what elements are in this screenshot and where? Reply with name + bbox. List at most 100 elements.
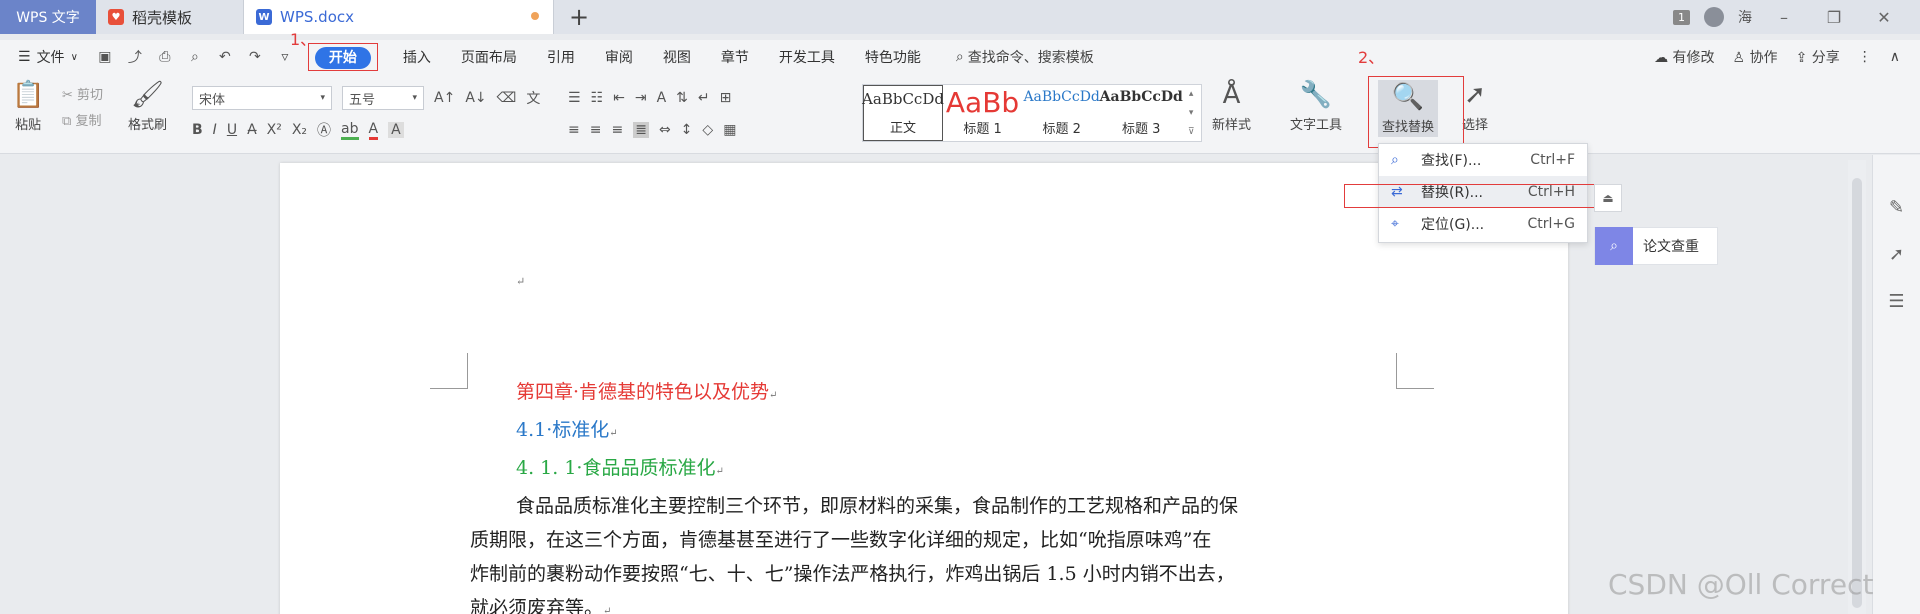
align-right-icon[interactable]: ≡: [611, 122, 623, 138]
font-color-icon[interactable]: A: [368, 121, 379, 140]
numbering-icon[interactable]: ☷: [591, 90, 604, 106]
vertical-scrollbar[interactable]: [1848, 160, 1866, 614]
add-tab-button[interactable]: +: [554, 0, 604, 34]
style-heading-2[interactable]: AaBbCcDd 标题 2: [1022, 85, 1101, 141]
text-tools-button[interactable]: 🔧 文字工具: [1290, 80, 1342, 133]
quick-access: ▣ ⤴ ⎙ ⌕ ↶ ↷ ▿: [96, 47, 294, 67]
clear-format-icon[interactable]: ⌫: [497, 90, 517, 106]
tab-review[interactable]: 审阅: [590, 47, 648, 67]
tab-section[interactable]: 章节: [706, 47, 764, 67]
menu-item-goto[interactable]: ⌖ 定位(G)... Ctrl+G: [1379, 208, 1587, 240]
save-icon[interactable]: ▣: [96, 49, 114, 65]
align-left-icon[interactable]: ≡: [568, 122, 580, 138]
undo-icon[interactable]: ↶: [216, 49, 234, 65]
avatar[interactable]: [1704, 7, 1724, 27]
print-preview-icon[interactable]: ⌕: [186, 49, 204, 65]
print-icon[interactable]: ⎙: [156, 49, 174, 65]
tab-start[interactable]: 开始: [314, 47, 371, 69]
table-icon[interactable]: ⊞: [720, 90, 732, 106]
phonetic-icon[interactable]: 文: [526, 88, 540, 108]
paper-check-button[interactable]: ⌕ 论文查重: [1594, 227, 1718, 265]
changes-button[interactable]: ☁ 有修改: [1654, 47, 1714, 67]
increase-indent-icon[interactable]: ⇥: [635, 90, 647, 106]
font-size-select[interactable]: 五号 ▾: [342, 86, 424, 110]
collab-button[interactable]: ♙ 协作: [1733, 47, 1778, 67]
highlight-icon[interactable]: ab: [341, 121, 359, 140]
underline-icon[interactable]: U: [227, 122, 237, 138]
tab-view[interactable]: 视图: [648, 47, 706, 67]
share-button[interactable]: ⇪ 分享: [1796, 47, 1840, 67]
sort-icon[interactable]: ⇅: [676, 90, 688, 106]
tab-daoke[interactable]: ♥ 稻壳模板: [96, 0, 244, 34]
body-line[interactable]: 质期限，在这三个方面，肯德基甚至进行了一些数字化详细的规定，比如“吮指原味鸡”在: [470, 523, 1406, 557]
tab-references[interactable]: 引用: [532, 47, 590, 67]
export-icon[interactable]: ⤴: [126, 47, 144, 67]
char-shading-icon[interactable]: A: [388, 122, 404, 138]
scrollbar-thumb[interactable]: [1852, 178, 1862, 608]
line-spacing-icon[interactable]: ↕: [681, 122, 693, 138]
redo-icon[interactable]: ↷: [246, 49, 264, 65]
wrench-icon: 🔧: [1299, 80, 1333, 110]
distribute-icon[interactable]: ⇔: [659, 122, 671, 138]
body-line[interactable]: 就必须废弃等。↵: [470, 591, 1406, 614]
document-page[interactable]: ↵ 第四章·肯德基的特色以及优势↵ 4.1·标准化↵ 4. 1. 1·食品品质标…: [280, 163, 1568, 614]
tab-page-layout[interactable]: 页面布局: [446, 47, 532, 67]
grow-font-icon[interactable]: A↑: [434, 90, 455, 106]
collapse-float-button[interactable]: ⏏: [1594, 184, 1622, 212]
body-line[interactable]: 炸制前的裹粉动作要按照“七、十、七”操作法严格执行，炸鸡出锅后 1.5 小时内销…: [470, 557, 1406, 591]
pen-icon[interactable]: ✎: [1889, 197, 1904, 218]
tab-insert[interactable]: 插入: [388, 47, 446, 67]
tab-developer[interactable]: 开发工具: [764, 47, 850, 67]
new-style-button[interactable]: Å 新样式: [1212, 80, 1251, 133]
bold-icon[interactable]: B: [192, 122, 203, 138]
ribbon: 📋 粘贴 ✂ 剪切 ⧉ 复制 🖌 格式刷 宋体 ▾ 五号 ▾ A↑ A↓ ⌫ 文 B…: [0, 74, 1920, 154]
select-button[interactable]: ➚ 选择: [1462, 80, 1488, 133]
justify-icon[interactable]: ≣: [633, 122, 649, 138]
user-name[interactable]: 海: [1738, 7, 1752, 27]
tab-features[interactable]: 特色功能: [850, 47, 936, 67]
italic-icon[interactable]: I: [213, 122, 217, 138]
more-icon[interactable]: ⋮: [1858, 49, 1872, 65]
chinese-layout-icon[interactable]: A: [657, 90, 667, 106]
styles-scroll[interactable]: ▴ ▾ ⊽: [1181, 85, 1201, 141]
collapse-ribbon-icon[interactable]: ∧: [1890, 49, 1900, 65]
decrease-indent-icon[interactable]: ⇤: [613, 90, 625, 106]
font-name-select[interactable]: 宋体 ▾: [192, 86, 332, 110]
heading-section[interactable]: 4.1·标准化↵: [516, 413, 1406, 451]
close-icon[interactable]: ✕: [1866, 8, 1902, 27]
style-heading-1[interactable]: AaBb 标题 1: [943, 85, 1022, 141]
borders-icon[interactable]: ▦: [723, 122, 736, 138]
superscript-icon[interactable]: X²: [267, 122, 282, 138]
pointer-icon[interactable]: ➚: [1889, 244, 1904, 265]
style-normal[interactable]: AaBbCcDd 正文: [862, 85, 944, 141]
menu-item-find[interactable]: ⌕ 查找(F)... Ctrl+F: [1379, 144, 1587, 176]
shrink-font-icon[interactable]: A↓: [465, 90, 486, 106]
restore-icon[interactable]: ❐: [1816, 8, 1852, 27]
heading-chapter[interactable]: 第四章·肯德基的特色以及优势↵: [516, 375, 1406, 413]
subscript-icon[interactable]: X₂: [292, 122, 307, 138]
changes-label: 有修改: [1672, 50, 1715, 66]
style-sample: AaBbCcDd: [1023, 89, 1100, 105]
text-effect-icon[interactable]: Ⓐ: [317, 120, 331, 140]
window-count-badge[interactable]: 1: [1673, 9, 1690, 25]
strikethrough-icon[interactable]: A̶: [247, 122, 257, 138]
format-painter-button[interactable]: 🖌 格式刷: [128, 80, 167, 133]
paste-button[interactable]: 📋 粘贴: [12, 80, 44, 133]
cut-button[interactable]: ✂ 剪切: [62, 84, 103, 110]
style-sample: AaBbCcDd: [1099, 89, 1183, 105]
line-break-icon[interactable]: ↵: [698, 90, 710, 106]
command-search[interactable]: ⌕ 查找命令、搜索模板: [956, 47, 1094, 67]
minimize-icon[interactable]: –: [1766, 8, 1802, 27]
align-center-icon[interactable]: ≡: [590, 122, 602, 138]
shading-icon[interactable]: ◇: [702, 122, 713, 138]
copy-button[interactable]: ⧉ 复制: [62, 110, 103, 136]
sliders-icon[interactable]: ☰: [1888, 291, 1904, 312]
style-heading-3[interactable]: AaBbCcDd 标题 3: [1099, 85, 1183, 141]
heading-subsection[interactable]: 4. 1. 1·食品品质标准化↵: [516, 451, 1406, 489]
font-size-value: 五号: [349, 92, 376, 108]
file-menu[interactable]: ☰ 文件 ∨: [0, 47, 96, 67]
bullets-icon[interactable]: ☰: [568, 90, 581, 106]
body-line[interactable]: 食品品质标准化主要控制三个环节，即原材料的采集，食品制作的工艺规格和产品的保: [470, 489, 1406, 523]
customize-icon[interactable]: ▿: [276, 49, 294, 65]
app-tab[interactable]: WPS 文字: [0, 0, 96, 34]
